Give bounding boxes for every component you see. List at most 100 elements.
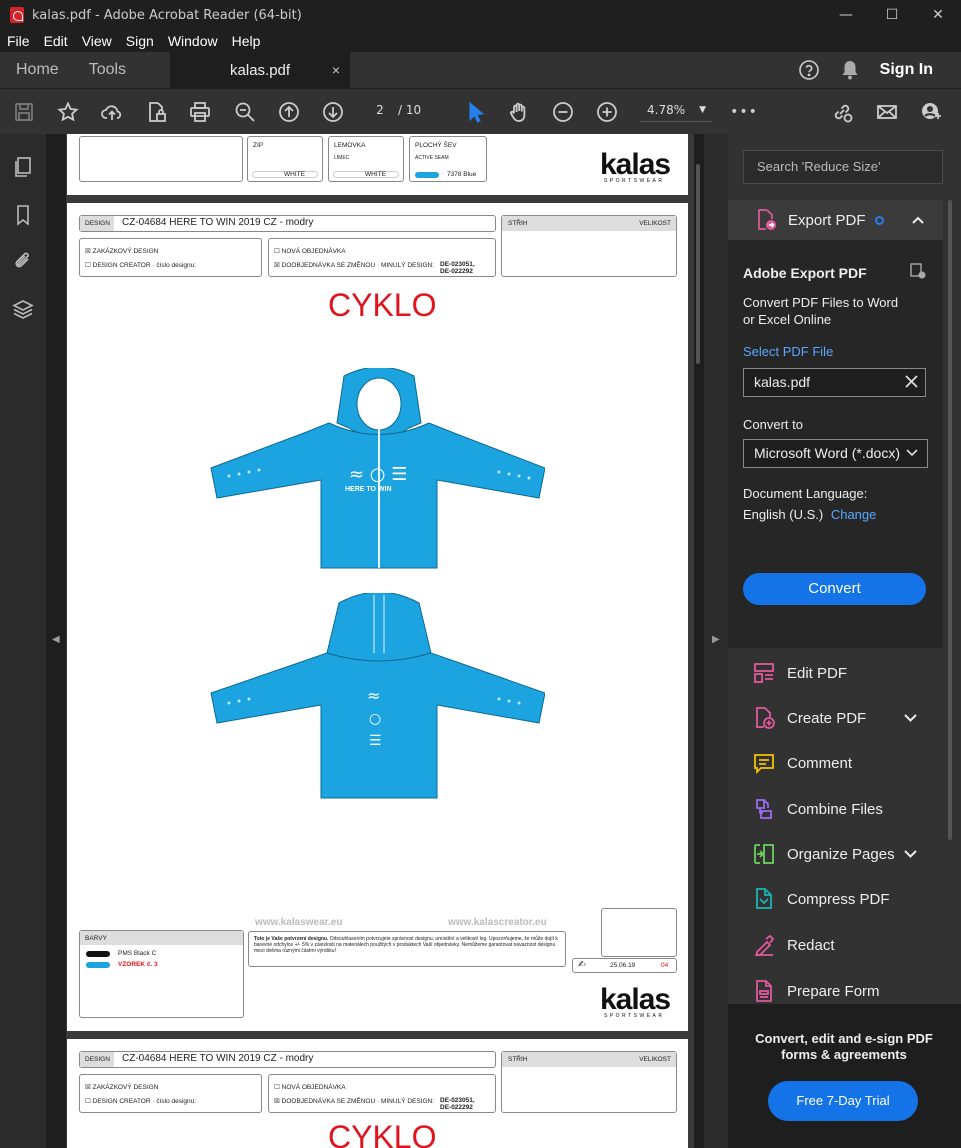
print-icon[interactable] <box>188 100 212 124</box>
chevron-up-icon[interactable] <box>911 215 925 225</box>
share-user-icon[interactable] <box>919 100 943 124</box>
previous-page-icon[interactable] <box>277 100 301 124</box>
close-tab-icon[interactable]: × <box>332 62 340 78</box>
menu-file[interactable]: File <box>0 33 37 49</box>
kalas-logo: kalas <box>600 148 671 181</box>
chevron-down-icon[interactable] <box>904 711 917 725</box>
layers-icon[interactable] <box>12 298 34 320</box>
zip-value: WHITE <box>284 171 305 178</box>
convert-button[interactable]: Convert <box>743 573 926 605</box>
zoom-level-dropdown[interactable]: 4.78% ▼ <box>640 98 712 122</box>
collapse-right-pane-handle[interactable]: ▶ <box>704 134 728 1148</box>
more-tools-icon[interactable]: ••• <box>730 100 757 124</box>
tool-organize-pages[interactable]: Organize Pages <box>752 840 917 868</box>
tool-edit-pdf[interactable]: Edit PDF <box>752 659 847 687</box>
seam-value: 7378 Blue <box>447 171 477 178</box>
selected-file-field[interactable]: kalas.pdf <box>743 368 926 397</box>
edit-pdf-icon <box>752 661 776 685</box>
change-language-link[interactable]: Change <box>831 507 877 522</box>
bookmark-star-icon[interactable] <box>56 100 80 124</box>
signature-icon: ✍ <box>578 960 586 970</box>
order-type-box-p3: ☐ NOVÁ OBJEDNÁVKA ☒ DOOBJEDNÁVKA SE ZMĚN… <box>268 1074 496 1113</box>
tool-redact[interactable]: Redact <box>752 931 835 959</box>
zoom-in-icon[interactable] <box>595 100 619 124</box>
select-cursor-icon[interactable] <box>463 100 487 124</box>
tab-home[interactable]: Home <box>0 52 75 88</box>
document-scrollbar[interactable] <box>694 134 704 1148</box>
clear-file-icon[interactable] <box>905 375 918 388</box>
notifications-bell-icon[interactable] <box>840 59 860 81</box>
tool-combine-files-label: Combine Files <box>787 800 883 818</box>
menu-view[interactable]: View <box>75 33 119 49</box>
tool-comment-label: Comment <box>787 754 853 772</box>
tool-compress-pdf-label: Compress PDF <box>787 890 890 908</box>
combine-files-icon <box>752 797 776 821</box>
notes-box <box>79 136 243 182</box>
export-heading: Adobe Export PDF <box>743 265 867 281</box>
chevron-right-icon: ▶ <box>712 634 720 645</box>
document-view[interactable]: ZIP WHITE LEMOVKA LÍMEC WHITE PLOCHÝ ŠEV… <box>66 134 694 1148</box>
free-trial-button[interactable]: Free 7-Day Trial <box>768 1081 918 1121</box>
export-description: Convert PDF Files to Word or Excel Onlin… <box>743 295 899 327</box>
velikost-label: VELIKOST <box>639 220 671 227</box>
zoom-out-icon[interactable] <box>551 100 575 124</box>
tool-edit-pdf-label: Edit PDF <box>787 664 848 682</box>
protect-file-icon[interactable] <box>144 100 168 124</box>
share-link-icon[interactable] <box>830 100 854 124</box>
document-scrollbar-thumb[interactable] <box>696 164 700 364</box>
next-page-icon[interactable] <box>321 100 345 124</box>
convert-format-dropdown[interactable]: Microsoft Word (*.docx) <box>743 439 928 468</box>
collapse-left-pane-handle[interactable]: ◀ <box>46 134 66 1148</box>
opt-new-order: NOVÁ OBJEDNÁVKA <box>281 248 346 255</box>
window-title: kalas.pdf - Adobe Acrobat Reader (64-bit… <box>32 7 302 23</box>
menu-help[interactable]: Help <box>225 33 268 49</box>
strih-label: STŘIH <box>508 220 528 227</box>
email-icon[interactable] <box>875 100 899 124</box>
page-number-input[interactable]: 2 <box>366 98 394 122</box>
menu-edit[interactable]: Edit <box>37 33 75 49</box>
tools-search-input[interactable]: Search 'Reduce Size' <box>743 150 943 184</box>
sign-in-button[interactable]: Sign In <box>880 61 933 79</box>
tool-compress-pdf[interactable]: Compress PDF <box>752 885 890 913</box>
save-icon[interactable] <box>12 100 36 124</box>
web-kalaswear: www.kalaswear.eu <box>255 917 343 928</box>
lemovka-label: LEMOVKA <box>334 142 366 149</box>
minimize-button[interactable]: — <box>823 7 869 23</box>
design-value: CZ-04684 HERE TO WIN 2019 CZ - modry <box>122 217 314 228</box>
order-type-box: ☐ NOVÁ OBJEDNÁVKA ☒ DOOBJEDNÁVKA SE ZMĚN… <box>268 238 496 277</box>
tab-document-label: kalas.pdf <box>230 61 291 79</box>
maximize-button[interactable]: ☐ <box>869 7 915 23</box>
chevron-down-icon[interactable] <box>904 847 917 861</box>
prev-design-p3: DE-023051, DE-022292 <box>440 1097 475 1111</box>
page-total: / 10 <box>398 103 422 117</box>
tool-comment[interactable]: Comment <box>752 749 852 777</box>
tool-prepare-form[interactable]: Prepare Form <box>752 977 880 1005</box>
tools-scrollbar-thumb[interactable] <box>948 200 952 840</box>
close-window-button[interactable]: ✕ <box>915 7 961 23</box>
menu-sign[interactable]: Sign <box>119 33 161 49</box>
bookmarks-icon[interactable] <box>12 204 34 226</box>
color-black-swatch <box>86 951 110 957</box>
right-tools-pane: Search 'Reduce Size' Export PDF Adobe Ex… <box>728 134 961 1148</box>
tab-document[interactable]: kalas.pdf × <box>170 52 351 88</box>
export-pdf-header[interactable]: Export PDF <box>728 200 943 240</box>
menu-bar: File Edit View Sign Window Help <box>0 30 961 52</box>
page-thumbnails-icon[interactable] <box>12 156 34 178</box>
tab-tools[interactable]: Tools <box>75 52 142 88</box>
jacket-front-illustration: HERE TO WIN ≈ ○ ☰ <box>210 368 545 569</box>
find-zoom-icon[interactable] <box>233 100 257 124</box>
tools-scrollbar[interactable] <box>946 200 954 1000</box>
hand-tool-icon[interactable] <box>507 100 531 124</box>
tool-combine-files[interactable]: Combine Files <box>752 795 883 823</box>
kalas-logo-footer-sub: SPORTSWEAR <box>604 1013 665 1019</box>
file-settings-icon[interactable] <box>909 262 927 280</box>
compress-pdf-icon <box>752 887 776 911</box>
menu-window[interactable]: Window <box>161 33 225 49</box>
attachments-paperclip-icon[interactable] <box>12 250 34 272</box>
help-icon[interactable] <box>798 59 820 81</box>
create-pdf-icon <box>752 706 776 730</box>
export-pdf-panel: Adobe Export PDF Convert PDF Files to Wo… <box>728 240 943 648</box>
upload-cloud-icon[interactable] <box>100 100 124 124</box>
convert-to-label: Convert to <box>743 417 803 432</box>
tool-create-pdf[interactable]: Create PDF <box>752 704 917 732</box>
